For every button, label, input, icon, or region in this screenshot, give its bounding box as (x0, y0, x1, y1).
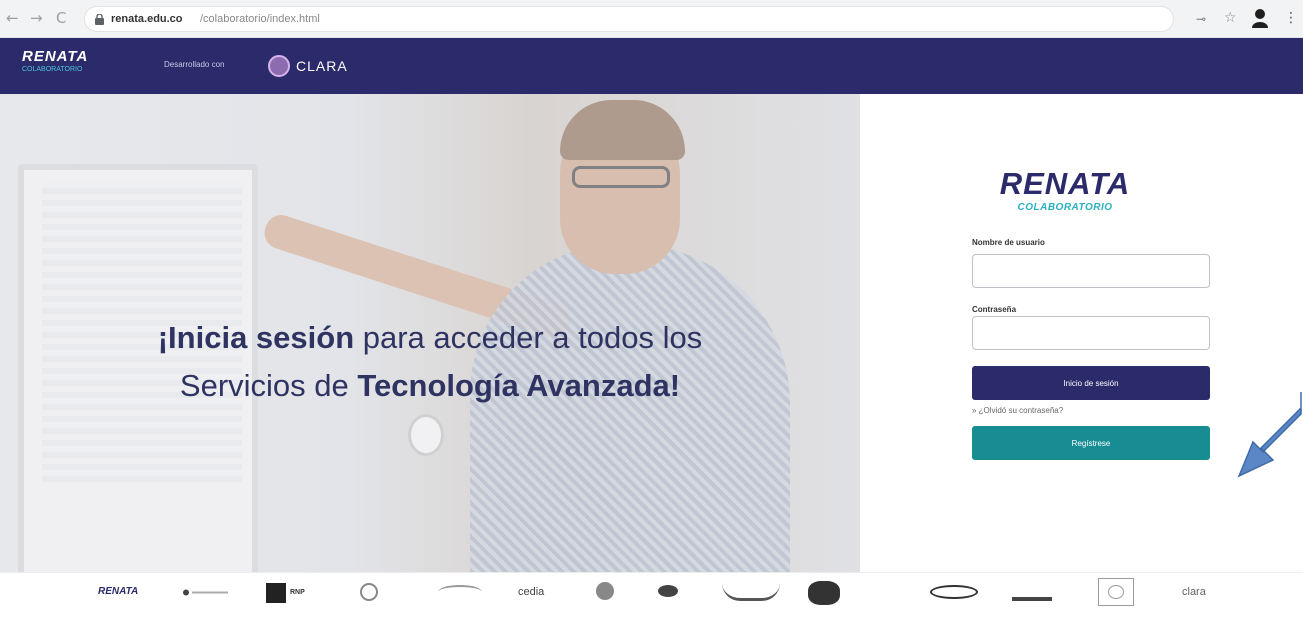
profile-icon[interactable] (1252, 8, 1268, 28)
footer-partner-logo-9-inner (1108, 585, 1124, 599)
password-label: Contraseña (972, 305, 1017, 314)
footer-rnp-logo: RNP (290, 589, 305, 596)
clara-logo: CLARA (268, 52, 348, 80)
username-label: Nombre de usuario (972, 238, 1045, 247)
address-bar[interactable]: renata.edu.co /colaboratorio/index.html (84, 6, 1174, 32)
footer-partner-logo-5 (722, 583, 780, 601)
pointer-arrow-icon (1237, 392, 1302, 478)
lock-icon (95, 14, 104, 25)
headline-bold-1: ¡Inicia sesión (157, 320, 355, 355)
footer-partner-logo-8 (1012, 583, 1052, 601)
back-arrow-icon[interactable]: ← (6, 10, 19, 26)
developed-by-text: Desarrollado con (164, 60, 225, 69)
footer-partner-logo-3 (438, 585, 482, 599)
headline-bold-2: Tecnología Avanzada! (357, 368, 681, 403)
login-logo-subtitle: COLABORATORIO (1017, 202, 1113, 213)
footer-renata-logo: RENATA (98, 586, 139, 597)
footer-partner-logo-1 (183, 589, 228, 596)
site-header: RENATA COLABORATORIO Desarrollado con CL… (0, 38, 1303, 94)
forgot-password-link[interactable]: » ¿Olvidó su contraseña? (972, 406, 1063, 415)
password-input[interactable] (972, 316, 1210, 350)
clara-name: CLARA (296, 58, 348, 74)
footer-box-logo (266, 583, 286, 603)
clara-emblem-icon (268, 55, 290, 77)
hero-headline: ¡Inicia sesión para acceder a todos los … (30, 314, 830, 410)
footer-cedia-logo: cedia (518, 586, 545, 598)
headline-rest-1: para acceder a todos los (354, 320, 703, 355)
renata-login-logo: RENATA COLABORATORIO (985, 168, 1145, 218)
login-button[interactable]: Inicio de sesión (972, 366, 1210, 400)
menu-dots-icon[interactable]: ⋮ (1284, 10, 1298, 26)
reload-icon[interactable]: C (56, 10, 66, 26)
username-input[interactable] (972, 254, 1210, 288)
register-button[interactable]: Regístrese (972, 426, 1210, 460)
url-path: /colaboratorio/index.html (200, 13, 320, 25)
login-logo-name: RENATA (999, 166, 1131, 201)
url-host: renata.edu.co (111, 13, 183, 25)
footer-partner-logo-4 (658, 585, 678, 597)
headline-start-2: Servicios de (179, 368, 358, 403)
footer-globe-logo (596, 582, 614, 600)
key-icon[interactable]: ⊸ (1196, 12, 1206, 26)
footer-partner-logo-7 (930, 585, 978, 599)
footer-clara-logo: clara (1182, 586, 1206, 598)
bookmark-star-icon[interactable]: ☆ (1224, 10, 1237, 26)
footer-partner-logo-2 (360, 583, 378, 601)
renata-header-logo[interactable]: RENATA COLABORATORIO (22, 48, 132, 84)
footer-partner-logo-6 (808, 581, 840, 605)
forward-arrow-icon[interactable]: → (30, 10, 43, 26)
browser-chrome: ← → C renata.edu.co /colaboratorio/index… (0, 0, 1303, 38)
header-brand-name: RENATA (22, 48, 89, 65)
partner-logos-bar: RENATA RNP cedia clara (0, 572, 1303, 619)
header-brand-subtitle: COLABORATORIO (22, 66, 83, 73)
hero-banner: ¡Inicia sesión para acceder a todos los … (0, 94, 860, 572)
